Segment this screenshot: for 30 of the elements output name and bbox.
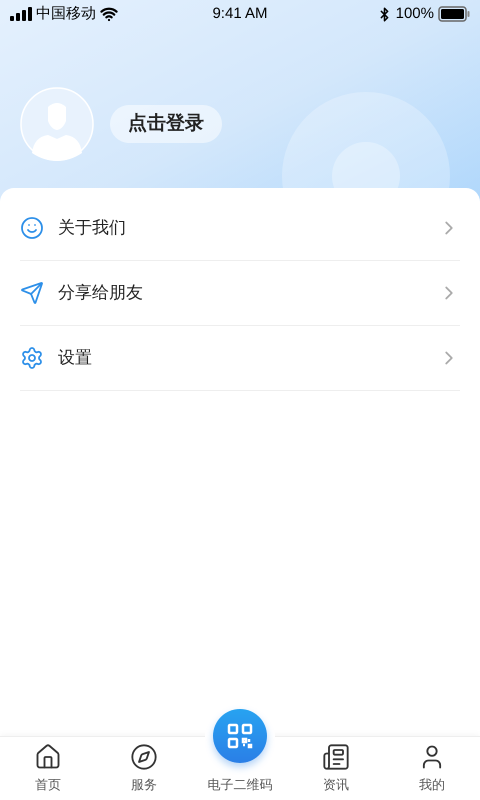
clock-time: 9:41 AM — [211, 4, 269, 24]
tab-label: 服务 — [131, 776, 157, 794]
menu-item[interactable]: 关于我们 — [20, 196, 460, 261]
carrier-name: 中国移动 — [36, 4, 96, 24]
menu-item[interactable]: 分享给朋友 — [20, 261, 460, 326]
tab-item[interactable]: 我的 — [384, 737, 480, 800]
avatar-icon — [20, 87, 94, 161]
gear-icon — [20, 346, 44, 370]
tab-item[interactable]: 服务 — [96, 737, 192, 800]
compass-icon — [130, 742, 158, 770]
login-button[interactable]: 点击登录 — [110, 105, 222, 143]
tab-label[interactable]: 电子二维码 — [208, 774, 272, 794]
home-icon — [34, 742, 62, 770]
menu-item[interactable]: 设置 — [20, 326, 460, 391]
tab-item[interactable]: 资讯 — [288, 737, 384, 800]
qr-code-icon — [227, 723, 253, 749]
tab-item[interactable]: 首页 — [0, 737, 96, 800]
menu-label: 关于我们 — [58, 217, 127, 240]
tab-label: 我的 — [419, 776, 445, 794]
battery-percent: 100% — [396, 4, 434, 24]
tab-label: 首页 — [35, 776, 61, 794]
newspaper-icon — [322, 742, 350, 770]
signal-icon — [10, 7, 32, 21]
menu-label: 分享给朋友 — [58, 282, 144, 304]
paper-plane-icon — [20, 281, 44, 305]
battery-icon — [438, 6, 470, 22]
tab-label: 资讯 — [323, 776, 349, 794]
menu-label: 设置 — [58, 347, 93, 370]
smile-icon — [20, 216, 44, 240]
wifi-icon — [100, 5, 118, 23]
